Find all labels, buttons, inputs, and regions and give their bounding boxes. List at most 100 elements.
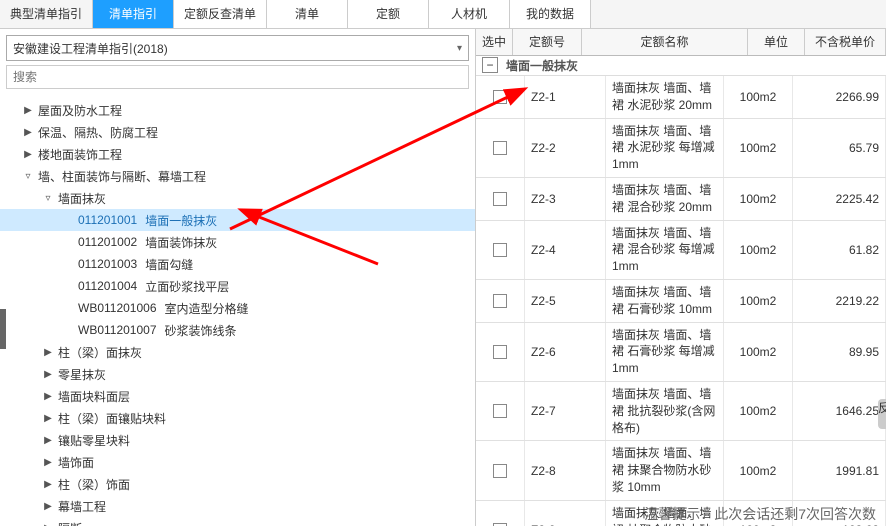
tree-item[interactable]: ▶墙饰面 [0, 451, 475, 473]
tree-label: 墙面块料面层 [58, 388, 130, 405]
tab-4[interactable]: 定额 [348, 0, 429, 28]
table-row[interactable]: Z2-4墙面抹灰 墙面、墙裙 混合砂浆 每增减1mm100m261.82 [476, 221, 886, 280]
tree-code: WB011201007 [78, 323, 157, 337]
tree-item[interactable]: ▶柱（梁）面镶贴块料 [0, 407, 475, 429]
tree-item[interactable]: WB011201007砂浆装饰线条 [0, 319, 475, 341]
table-row[interactable]: Z2-6墙面抹灰 墙面、墙裙 石膏砂浆 每增减1mm100m289.95 [476, 323, 886, 382]
checkbox-icon[interactable] [493, 464, 507, 478]
cell-name: 墙面抹灰 墙面、墙裙 混合砂浆 20mm [606, 178, 724, 220]
checkbox-icon[interactable] [493, 404, 507, 418]
expand-icon[interactable]: ▶ [22, 149, 34, 160]
row-select[interactable] [476, 76, 525, 118]
tree-label: 墙面装饰抹灰 [145, 234, 217, 251]
tree-label: 镶贴零星块料 [58, 432, 130, 449]
row-select[interactable] [476, 501, 525, 526]
expand-icon[interactable]: ▶ [42, 435, 54, 446]
tree-item[interactable]: ▶ 屋面及防水工程 [0, 99, 475, 121]
cell-price: 1646.25 [793, 382, 886, 440]
cell-unit: 100m2 [724, 441, 793, 499]
tree-item[interactable]: ▶ 柱（梁）面抹灰 [0, 341, 475, 363]
cell-name: 墙面抹灰 墙面、墙裙 抹聚合物防水砂浆 10mm [606, 441, 724, 499]
checkbox-icon[interactable] [493, 243, 507, 257]
checkbox-icon[interactable] [493, 192, 507, 206]
tree-item[interactable]: ▶零星抹灰 [0, 363, 475, 385]
expand-icon[interactable]: ▶ [22, 127, 34, 138]
tree-item[interactable]: ▶保温、隔热、防腐工程 [0, 121, 475, 143]
row-select[interactable] [476, 119, 525, 177]
table-row[interactable]: Z2-5墙面抹灰 墙面、墙裙 石膏砂浆 10mm100m22219.22 [476, 280, 886, 323]
tree-item[interactable]: ▶楼地面装饰工程 [0, 143, 475, 165]
tree-code: 011201003 [78, 257, 137, 271]
cell-unit: 100m2 [724, 323, 793, 381]
group-row[interactable]: − 墙面一般抹灰 [476, 56, 886, 76]
checkbox-icon[interactable] [493, 294, 507, 308]
checkbox-icon[interactable] [493, 141, 507, 155]
checkbox-icon[interactable] [493, 90, 507, 104]
tree-item[interactable]: ▶幕墙工程 [0, 495, 475, 517]
side-handle[interactable]: 反 [878, 399, 886, 429]
cell-name: 墙面抹灰 墙面、墙裙 石膏砂浆 每增减1mm [606, 323, 724, 381]
tab-0[interactable]: 典型清单指引 [0, 0, 93, 28]
table-row[interactable]: Z2-2墙面抹灰 墙面、墙裙 水泥砂浆 每增减1mm100m265.79 [476, 119, 886, 178]
expand-icon[interactable]: ▶ [42, 479, 54, 490]
tree-label: 墙、柱面装饰与隔断、幕墙工程 [38, 168, 206, 185]
tab-6[interactable]: 我的数据 [510, 0, 591, 28]
col-price: 不含税单价 [805, 29, 886, 55]
expand-icon[interactable]: ▶ [42, 501, 54, 512]
collapse-icon[interactable]: − [482, 57, 498, 73]
left-edge-knob[interactable] [0, 309, 6, 349]
tab-5[interactable]: 人材机 [429, 0, 510, 28]
checkbox-icon[interactable] [493, 345, 507, 359]
cell-name: 墙面抹灰 墙面、墙裙 批抗裂砂浆(含网格布) [606, 382, 724, 440]
col-name: 定额名称 [582, 29, 748, 55]
expand-icon[interactable]: ▿ [22, 171, 34, 182]
table-row[interactable]: Z2-1墙面抹灰 墙面、墙裙 水泥砂浆 20mm100m22266.99 [476, 76, 886, 119]
table-row[interactable]: Z2-3墙面抹灰 墙面、墙裙 混合砂浆 20mm100m22225.42 [476, 178, 886, 221]
expand-icon[interactable]: ▿ [42, 193, 54, 204]
tree-item[interactable]: 011201002墙面装饰抹灰 [0, 231, 475, 253]
guide-dropdown[interactable]: 安徽建设工程清单指引(2018) ▾ [6, 35, 469, 61]
row-select[interactable] [476, 280, 525, 322]
search-input[interactable] [6, 65, 469, 89]
tab-1[interactable]: 清单指引 [93, 0, 174, 28]
tree-item[interactable]: 011201001墙面一般抹灰 [0, 209, 475, 231]
tab-2[interactable]: 定额反查清单 [174, 0, 267, 28]
table-row[interactable]: Z2-8墙面抹灰 墙面、墙裙 抹聚合物防水砂浆 10mm100m21991.81 [476, 441, 886, 500]
cell-unit: 100m2 [724, 119, 793, 177]
tree-label: 墙面一般抹灰 [145, 212, 217, 229]
row-select[interactable] [476, 323, 525, 381]
cell-price: 1991.81 [793, 441, 886, 499]
tree-item[interactable]: 011201003墙面勾缝 [0, 253, 475, 275]
expand-icon[interactable]: ▶ [42, 369, 54, 380]
tree-item[interactable]: ▿ 墙、柱面装饰与隔断、幕墙工程 [0, 165, 475, 187]
tree-item[interactable]: ▶ 墙面块料面层 [0, 385, 475, 407]
expand-icon[interactable]: ▶ [42, 347, 54, 358]
expand-icon[interactable]: ▶ [22, 105, 34, 116]
table-row[interactable]: Z2-7墙面抹灰 墙面、墙裙 批抗裂砂浆(含网格布)100m21646.25 [476, 382, 886, 441]
tree-item[interactable]: WB011201006室内造型分格缝 [0, 297, 475, 319]
tree-item[interactable]: ▶ 镶贴零星块料 [0, 429, 475, 451]
tree-item[interactable]: ▶ 柱（梁）饰面 [0, 473, 475, 495]
tree-label: 柱（梁）饰面 [58, 476, 130, 493]
expand-icon[interactable]: ▶ [42, 391, 54, 402]
tree-label: 屋面及防水工程 [38, 102, 122, 119]
tree-item[interactable]: 011201004立面砂浆找平层 [0, 275, 475, 297]
dropdown-selected: 安徽建设工程清单指引(2018) [13, 40, 168, 57]
cell-unit: 100m2 [724, 76, 793, 118]
tree-item[interactable]: ▿墙面抹灰 [0, 187, 475, 209]
row-select[interactable] [476, 178, 525, 220]
cell-unit: 100m2 [724, 280, 793, 322]
cell-price: 89.95 [793, 323, 886, 381]
cell-price: 61.82 [793, 221, 886, 279]
tree-label: 室内造型分格缝 [165, 300, 249, 317]
cell-code: Z2-6 [525, 323, 606, 381]
tree-label: 柱（梁）面抹灰 [58, 344, 142, 361]
expand-icon[interactable]: ▶ [42, 523, 54, 526]
tab-3[interactable]: 清单 [267, 0, 348, 28]
expand-icon[interactable]: ▶ [42, 413, 54, 424]
tree-label: 立面砂浆找平层 [145, 278, 229, 295]
row-select[interactable] [476, 382, 525, 440]
row-select[interactable] [476, 221, 525, 279]
row-select[interactable] [476, 441, 525, 499]
expand-icon[interactable]: ▶ [42, 457, 54, 468]
